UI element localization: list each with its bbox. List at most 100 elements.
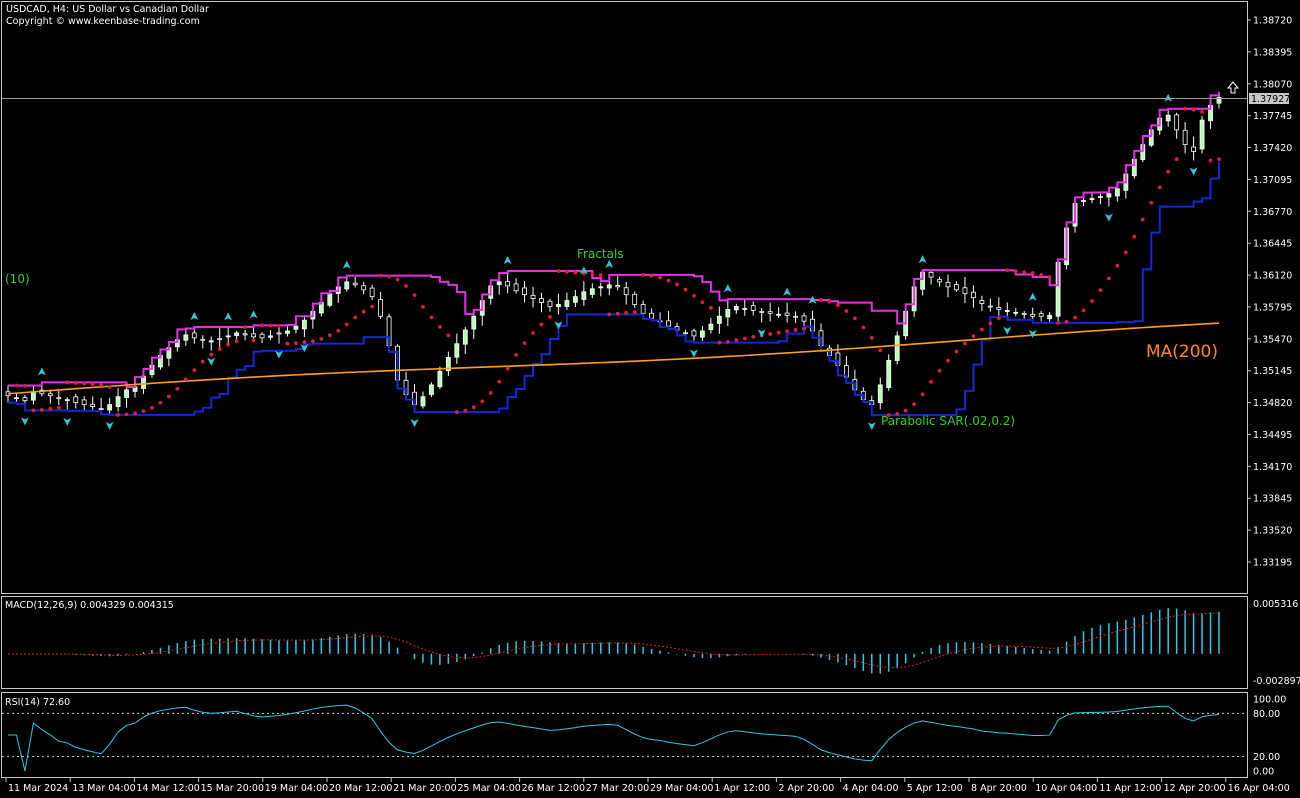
sar-dot (768, 332, 773, 336)
sar-dot (692, 293, 696, 298)
sar-dot (404, 284, 408, 288)
sar-dot (819, 297, 823, 302)
candle-body (801, 315, 807, 322)
x-tick-label: 13 Mar 04:00 (72, 783, 135, 794)
chart-title: USDCAD, H4: US Dollar vs Canadian Dollar (6, 4, 209, 15)
candle-body (987, 305, 993, 308)
candle-body (530, 294, 536, 300)
fractal-down-icon (20, 417, 29, 426)
candle-body (767, 311, 773, 314)
candle-body (1182, 129, 1188, 145)
sar-dot (1030, 271, 1035, 275)
sar-dot (1056, 320, 1060, 325)
sar-dot (641, 272, 646, 277)
candle-body (1013, 311, 1019, 314)
x-tick-label: 15 Mar 20:00 (201, 783, 264, 794)
sar-dot (548, 314, 552, 319)
candle-body (954, 284, 959, 291)
candle-body (742, 308, 748, 310)
sar-dot (471, 405, 476, 410)
fractal-up-icon (1028, 292, 1037, 301)
x-tick-label: 2 Apr 20:00 (778, 783, 834, 794)
sar-dot (675, 282, 679, 287)
candle-body (716, 315, 722, 324)
candle-body (56, 397, 62, 400)
sar-dot (1123, 250, 1128, 255)
sar-dot (150, 405, 154, 410)
sar-dot (861, 325, 866, 330)
sar-dot (971, 334, 976, 338)
up-arrow-icon (1226, 81, 1240, 94)
sar-dot (1191, 107, 1196, 112)
sar-dot (708, 306, 713, 310)
x-axis-labels: 11 Mar 2024 13 Mar 04:00 14 Mar 12:00 15 Ma… (5, 778, 1290, 794)
sar-dot (1183, 106, 1188, 111)
fractal-down-icon (207, 357, 216, 366)
candle-body (124, 389, 129, 398)
candle-body (708, 323, 714, 331)
fractal-up-icon (249, 310, 258, 319)
sar-dot (370, 304, 375, 309)
fractal-up-icon (605, 259, 614, 268)
candle-body (513, 283, 519, 292)
sar-dot (1132, 234, 1137, 239)
sar-dot (82, 381, 87, 386)
candle-body (1038, 313, 1044, 317)
sar-dot (852, 316, 857, 321)
sar-dot (1166, 169, 1171, 174)
candle-body (894, 335, 900, 361)
x-tick-label: 10 Apr 04:00 (1035, 783, 1097, 794)
fractal-up-icon (37, 367, 46, 376)
rsi-label: RSI(14) 72.60 (5, 697, 70, 708)
sar-label: Parabolic SAR(.02,0.2) (881, 414, 1015, 428)
candle-body (471, 315, 477, 330)
period-label: (10) (5, 272, 30, 286)
candle-body (759, 311, 765, 313)
sar-dot (937, 368, 942, 373)
sar-dot (285, 341, 290, 346)
x-tick-label: 8 Apr 20:00 (971, 783, 1027, 794)
candle-body (208, 340, 214, 343)
candle-body (369, 287, 375, 298)
y-tick-label: 1.38720 (1253, 16, 1292, 27)
sar-dot (827, 299, 832, 304)
fractal-up-icon (190, 311, 199, 320)
sar-dot (116, 413, 120, 417)
candle-body (183, 334, 189, 341)
y-tick-label: 1.36120 (1253, 271, 1292, 282)
sar-dot (539, 322, 544, 327)
candle-body (928, 271, 934, 278)
candle-body (649, 312, 655, 319)
candle-body (539, 298, 544, 303)
sar-dot (1022, 270, 1027, 275)
candle-body (606, 284, 612, 289)
sar-dot (1115, 263, 1120, 268)
price-chart[interactable]: 0.005316 -0.002897 100.00 80.00 20.00 0.00 1… (0, 0, 1300, 798)
candle-body (615, 285, 621, 288)
sar-dot (649, 273, 654, 278)
sar-dot (378, 273, 383, 278)
sar-dot (776, 330, 781, 335)
candle-body (971, 291, 976, 299)
candle-body (598, 286, 604, 289)
candle-body (81, 399, 87, 405)
candle-body (242, 333, 248, 336)
sar-dot (929, 379, 933, 384)
candle-body (429, 384, 434, 395)
sar-dot (1217, 157, 1221, 162)
fractal-down-icon (410, 419, 419, 428)
candle-body (1191, 146, 1196, 152)
sar-dot (1174, 157, 1179, 162)
sar-dot (39, 407, 44, 412)
sar-dot (217, 347, 222, 351)
x-tick-label: 1 Apr 12:00 (714, 783, 770, 794)
upper-channel-line (8, 91, 1220, 389)
candle-body (750, 305, 756, 311)
x-tick-label: 5 Apr 12:00 (907, 783, 963, 794)
x-tick-label: 20 Mar 12:00 (329, 783, 392, 794)
sar-dot (751, 335, 756, 339)
y-tick-label: 1.38395 (1253, 47, 1292, 58)
candle-body (996, 307, 1002, 310)
sar-dot (717, 340, 722, 345)
fractal-up-icon (723, 284, 732, 293)
